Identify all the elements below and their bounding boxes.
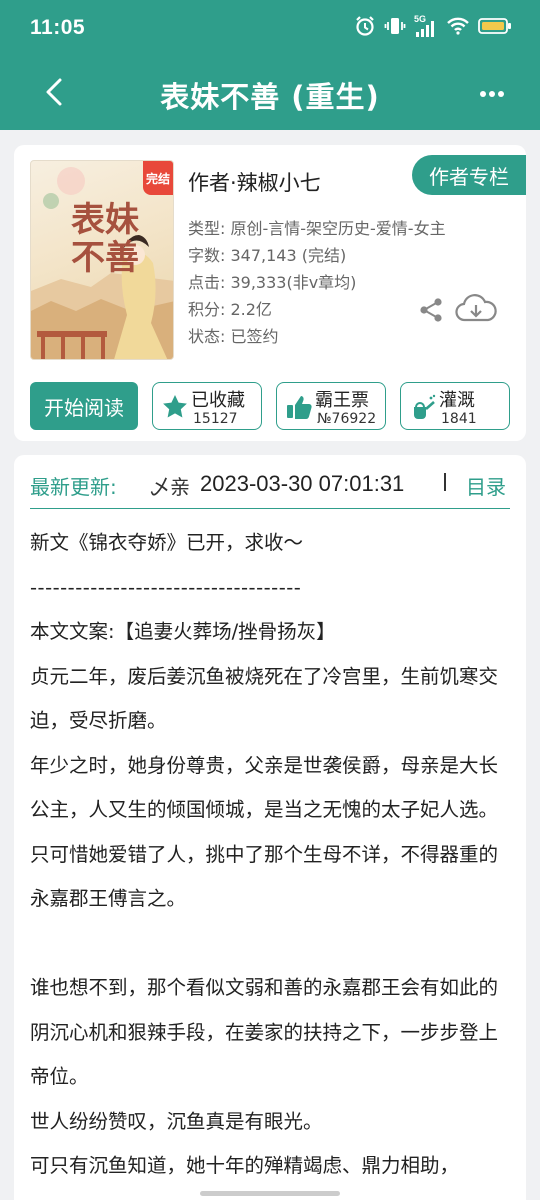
- start-reading-button[interactable]: 开始阅读: [30, 382, 138, 430]
- author-column-button[interactable]: 作者专栏: [412, 155, 526, 195]
- intro-divider: ------------------------------------: [30, 575, 302, 599]
- cloud-download-icon: [455, 294, 497, 322]
- favorite-label: 已收藏: [191, 390, 245, 411]
- home-indicator[interactable]: [200, 1191, 340, 1196]
- status-bar: 11:05 5G: [0, 0, 540, 56]
- back-button[interactable]: [34, 72, 74, 112]
- latest-update-bar[interactable]: 最新更新: 乄亲 2023-03-30 07:01:31 目录: [30, 467, 510, 509]
- overlord-ticket-button[interactable]: 霸王票 №76922: [276, 382, 386, 430]
- chevron-left-icon: [46, 78, 62, 106]
- cover-title: 表妹不善: [71, 200, 139, 278]
- divider: [444, 473, 446, 491]
- overlord-ticket-label: 霸王票: [315, 390, 369, 411]
- meta-words: 字数: 347,143 (完结): [188, 246, 347, 265]
- status-time: 11:05: [30, 16, 86, 39]
- meta-clicks: 点击: 39,333(非v章均): [188, 273, 357, 292]
- share-button[interactable]: [418, 297, 444, 323]
- status-icons: 5G: [354, 14, 512, 41]
- irrigate-count: 1841: [441, 411, 477, 427]
- intro-paragraph: 贞元二年，废后姜沉鱼被烧死在了冷宫里，生前饥寒交迫，受尽折磨。: [30, 664, 499, 733]
- meta-status: 状态: 已签约: [188, 327, 279, 346]
- intro-paragraph: 只可惜她爱错了人，挑中了那个生母不详，不得器重的永嘉郡王傅言之。: [30, 842, 499, 911]
- table-of-contents-button[interactable]: 目录: [466, 471, 506, 500]
- latest-update-label: 最新更新:: [30, 475, 117, 499]
- download-button[interactable]: [454, 293, 498, 325]
- wifi-icon: [446, 16, 470, 40]
- vibrate-icon: [384, 15, 406, 41]
- more-button[interactable]: [472, 74, 512, 114]
- intro-paragraph: 可只有沉鱼知道，她十年的殚精竭虑、鼎力相助，: [30, 1154, 460, 1177]
- intro-line-new-book: 新文《锦衣夺娇》已开，求收～: [30, 531, 304, 554]
- battery-icon: [478, 17, 512, 39]
- complete-badge: 完结: [143, 161, 173, 195]
- meta-type: 类型: 原创-言情-架空历史-爱情-女主: [188, 219, 446, 238]
- app-bar: 表妹不善 (重生): [0, 56, 540, 130]
- intro-text: 新文《锦衣夺娇》已开，求收～ -------------------------…: [30, 521, 514, 1189]
- page-title: 表妹不善 (重生): [160, 80, 380, 114]
- watering-can-icon: [414, 394, 436, 419]
- overlord-ticket-count: №76922: [317, 411, 377, 427]
- book-info-card: 表妹不善 完结 作者·辣椒小七 作者专栏 类型: 原创-言情-架空历史-爱情-女…: [14, 145, 526, 441]
- intro-card: 最新更新: 乄亲 2023-03-30 07:01:31 目录 新文《锦衣夺娇》…: [14, 455, 526, 1200]
- signal-5g-icon: 5G: [414, 14, 438, 39]
- intro-line-copy: 本文文案:【追妻火葬场/挫骨扬灰】: [30, 620, 336, 643]
- favorite-button[interactable]: 已收藏 15127: [152, 382, 262, 430]
- intro-paragraph: 谁也想不到，那个看似文弱和善的永嘉郡王会有如此的阴沉心机和狠辣手段，在姜家的扶持…: [30, 976, 499, 1088]
- latest-update-time: 2023-03-30 07:01:31: [200, 471, 405, 496]
- book-meta: 类型: 原创-言情-架空历史-爱情-女主 字数: 347,143 (完结) 点击…: [188, 215, 508, 350]
- intro-paragraph: 世人纷纷赞叹，沉鱼真是有眼光。: [30, 1109, 323, 1133]
- share-icon: [420, 298, 442, 322]
- thumbs-up-icon: [287, 396, 312, 419]
- latest-update-chapter[interactable]: 乄亲: [150, 471, 190, 500]
- book-cover[interactable]: 表妹不善 完结: [30, 160, 174, 360]
- more-dots-icon: [480, 91, 504, 97]
- irrigate-button[interactable]: 灌溉 1841: [400, 382, 510, 430]
- irrigate-label: 灌溉: [439, 390, 475, 411]
- author-name[interactable]: 作者·辣椒小七: [188, 167, 321, 197]
- alarm-icon: [354, 15, 376, 41]
- star-icon: [163, 395, 187, 418]
- top-bar: 11:05 5G 表妹不善 (重生): [0, 0, 540, 130]
- intro-paragraph: 年少之时，她身份尊贵，父亲是世袭侯爵，母亲是大长公主，人又生的倾国倾城，是当之无…: [30, 753, 499, 822]
- favorite-count: 15127: [193, 411, 238, 427]
